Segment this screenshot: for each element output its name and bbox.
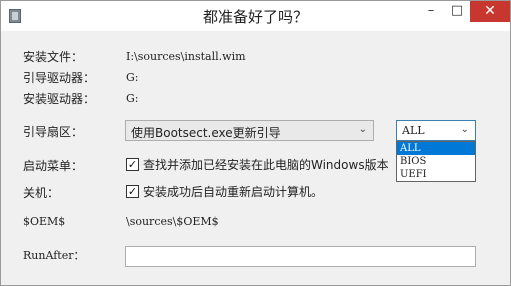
boot-method-select[interactable]: 使用Bootsect.exe更新引导 ⌄ (125, 120, 374, 141)
firmware-option-all[interactable]: ALL (397, 142, 475, 155)
boot-drive-value: G: (126, 71, 139, 84)
install-drive-label: 安装驱动器： (23, 92, 96, 106)
check-icon: ✓ (127, 185, 138, 198)
close-button[interactable]: ✕ (470, 1, 510, 22)
setup-window: 都准备好了吗？ – □ ✕ 安装文件： I:\sources\install.w… (0, 0, 511, 286)
shutdown-label: 关机： (23, 186, 60, 200)
shutdown-checkbox-label: 安装成功后自动重新启动计算机。 (143, 185, 324, 199)
run-after-input[interactable] (125, 246, 476, 267)
firmware-dropdown-list: ALL BIOS UEFI (396, 141, 476, 182)
firmware-select[interactable]: ALL ⌄ (396, 120, 476, 141)
install-drive-value: G: (126, 92, 139, 105)
chevron-down-icon: ⌄ (460, 124, 469, 135)
oem-label: $OEM$ (23, 215, 66, 228)
boot-drive-label: 引导驱动器： (23, 71, 96, 85)
maximize-button[interactable]: □ (444, 1, 470, 22)
boot-sector-label: 引导扇区： (23, 125, 84, 139)
boot-menu-checkbox[interactable]: ✓ (126, 158, 139, 171)
install-file-value: I:\sources\install.wim (126, 50, 246, 63)
oem-value: \sources\$OEM$ (126, 215, 219, 228)
chevron-down-icon: ⌄ (358, 124, 367, 135)
shutdown-checkbox[interactable]: ✓ (126, 185, 139, 198)
firmware-option-bios[interactable]: BIOS (397, 155, 475, 168)
boot-menu-checkbox-row[interactable]: ✓ 查找并添加已经安装在此电脑的Windows版本 (126, 156, 389, 173)
shutdown-checkbox-row[interactable]: ✓ 安装成功后自动重新启动计算机。 (126, 183, 323, 200)
boot-method-selected: 使用Bootsect.exe更新引导 (131, 126, 281, 140)
boot-menu-checkbox-label: 查找并添加已经安装在此电脑的Windows版本 (143, 158, 389, 172)
check-icon: ✓ (127, 158, 138, 171)
boot-menu-label: 启动菜单： (23, 159, 84, 173)
minimize-button[interactable]: – (418, 1, 444, 22)
firmware-selected: ALL (402, 124, 425, 137)
title-bar: 都准备好了吗？ – □ ✕ (1, 1, 510, 31)
install-file-label: 安装文件： (23, 50, 84, 64)
firmware-option-uefi[interactable]: UEFI (397, 168, 475, 181)
run-after-label: RunAfter： (23, 249, 85, 262)
